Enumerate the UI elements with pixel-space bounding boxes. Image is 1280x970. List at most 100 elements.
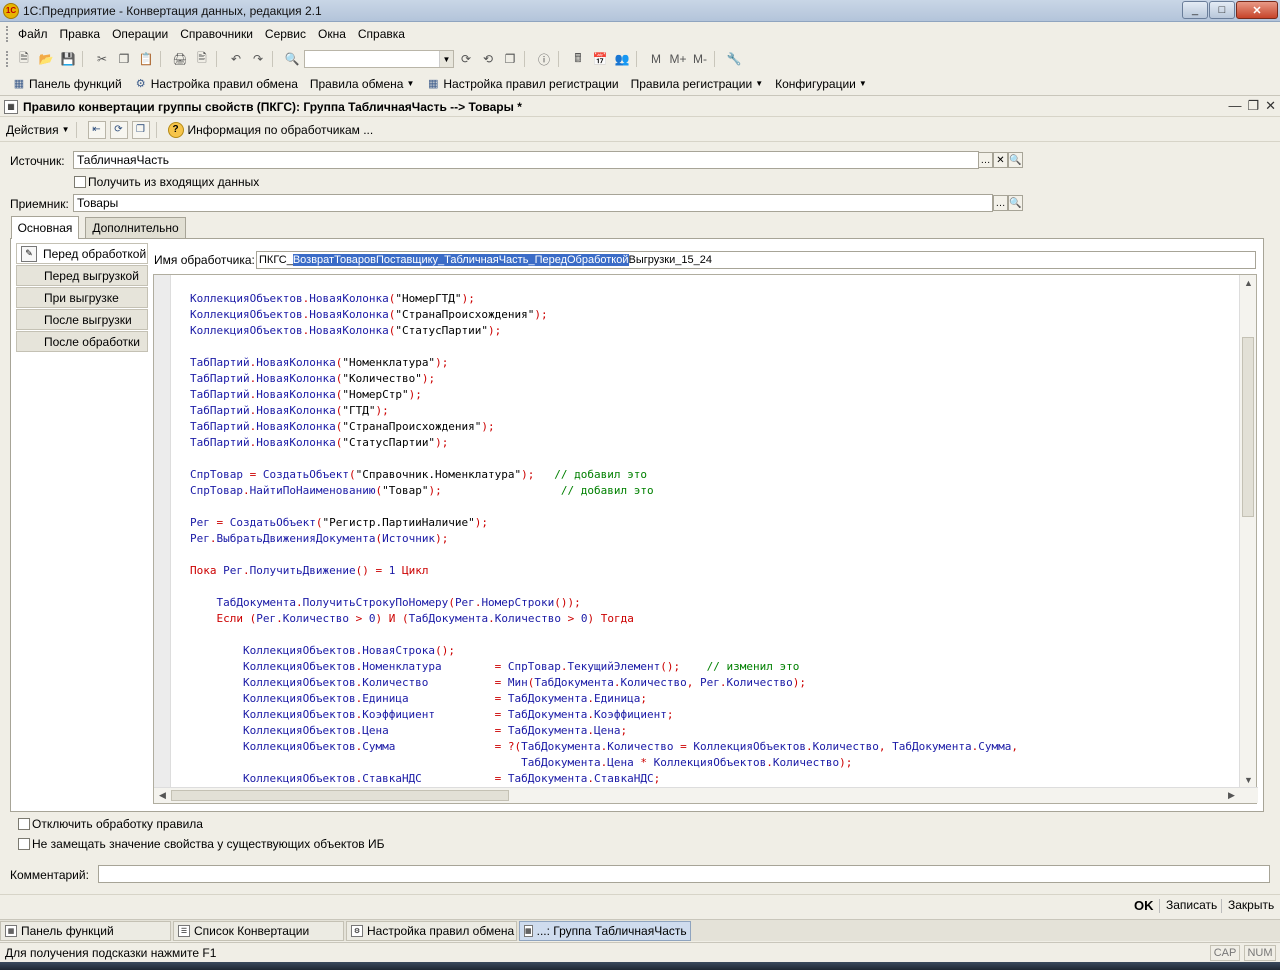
scroll-right-icon[interactable]: ▶ xyxy=(1223,788,1240,803)
comment-field[interactable] xyxy=(98,865,1270,883)
minimize-button[interactable]: _ xyxy=(1182,1,1208,19)
registration-rules-menu[interactable]: Правила регистрации ▼ xyxy=(625,77,770,91)
handler-before-processing[interactable]: ✎ Перед обработкой xyxy=(16,243,148,264)
menu-edit[interactable]: Правка xyxy=(54,27,107,41)
code-line[interactable]: КоллекцияОбъектов.НоваяКолонка("НомерГТД… xyxy=(190,291,1238,307)
copy-form-icon[interactable]: ❐ xyxy=(131,120,150,139)
toolbar-grip[interactable] xyxy=(6,26,10,42)
source-field[interactable]: ТабличнаяЧасть xyxy=(73,151,979,169)
handler-name-field[interactable]: ПКГС_ВозвратТоваровПоставщику_ТабличнаяЧ… xyxy=(256,251,1256,269)
code-line[interactable]: ТабПартий.НоваяКолонка("ГТД"); xyxy=(190,403,1238,419)
handler-before-export[interactable]: Перед выгрузкой xyxy=(16,265,148,286)
scroll-up-icon[interactable]: ▲ xyxy=(1240,275,1257,291)
code-line[interactable]: Если (Рег.Количество > 0) И (ТабДокумент… xyxy=(190,611,1238,627)
code-line[interactable] xyxy=(190,339,1238,355)
menu-windows[interactable]: Окна xyxy=(312,27,352,41)
search-icon[interactable]: 🔍 xyxy=(282,49,302,69)
code-line[interactable]: Рег = СоздатьОбъект("Регистр.ПартииНалич… xyxy=(190,515,1238,531)
code-line[interactable]: КоллекцияОбъектов.НоваяКолонка("СтранаПр… xyxy=(190,307,1238,323)
info-icon[interactable]: ⓘ xyxy=(534,49,554,69)
select-button[interactable]: … xyxy=(993,195,1008,211)
target-field[interactable]: Товары xyxy=(73,194,993,212)
tab-main[interactable]: Основная xyxy=(11,216,79,239)
code-line[interactable]: КоллекцияОбъектов.Количество = Мин(ТабДо… xyxy=(190,675,1238,691)
ok-button[interactable]: OK xyxy=(1134,898,1154,913)
code-line[interactable]: КоллекцияОбъектов.Единица = ТабДокумента… xyxy=(190,691,1238,707)
window-tab-group-rule[interactable]: ▦...: Группа ТабличнаяЧасть ... xyxy=(519,921,691,941)
code-editor[interactable]: КоллекцияОбъектов.НоваяКолонка("НомерГТД… xyxy=(153,274,1258,804)
open-icon[interactable]: 🔍 xyxy=(1008,152,1023,168)
chevron-down-icon[interactable]: ▼ xyxy=(439,51,453,67)
tools-icon[interactable]: 🔧 xyxy=(724,49,744,69)
window-tab-function-panel[interactable]: ▦ Панель функций xyxy=(0,921,171,941)
code-line[interactable] xyxy=(190,499,1238,515)
memory-m-icon[interactable]: M xyxy=(646,49,666,69)
code-line[interactable]: КоллекцияОбъектов.СтавкаНДС = ТабДокумен… xyxy=(190,771,1238,787)
users-icon[interactable]: 👥 xyxy=(612,49,632,69)
menu-file[interactable]: Файл xyxy=(12,27,54,41)
help-icon[interactable]: ? xyxy=(167,121,184,138)
code-line[interactable] xyxy=(190,579,1238,595)
code-text[interactable]: КоллекцияОбъектов.НоваяКолонка("НомерГТД… xyxy=(190,291,1238,788)
windows-icon[interactable]: ❐ xyxy=(500,49,520,69)
copy-icon[interactable]: ❐ xyxy=(114,49,134,69)
search-combo[interactable]: ▼ xyxy=(304,50,454,68)
close-icon[interactable]: ✕ xyxy=(1265,98,1276,114)
close-button[interactable]: ✕ xyxy=(1236,1,1278,19)
paste-icon[interactable]: 📋 xyxy=(136,49,156,69)
code-line[interactable]: Пока Рег.ПолучитьДвижение() = 1 Цикл xyxy=(190,563,1238,579)
handlers-info-button[interactable]: Информация по обработчикам ... xyxy=(188,123,374,137)
scroll-thumb[interactable] xyxy=(171,790,509,801)
cut-icon[interactable]: ✂ xyxy=(92,49,112,69)
code-line[interactable]: Рег.ВыбратьДвиженияДокумента(Источник); xyxy=(190,531,1238,547)
registration-rules-settings-button[interactable]: ▦ Настройка правил регистрации xyxy=(420,77,624,91)
scroll-thumb[interactable] xyxy=(1242,337,1254,517)
vertical-scrollbar[interactable]: ▲ ▼ xyxy=(1239,275,1256,788)
save-close-icon[interactable]: ⇤ xyxy=(87,120,106,139)
open-icon[interactable]: 🔍 xyxy=(1008,195,1023,211)
disable-rule-checkbox[interactable] xyxy=(18,818,30,830)
code-line[interactable]: ТабДокумента.ПолучитьСтрокуПоНомеру(Рег.… xyxy=(190,595,1238,611)
code-line[interactable] xyxy=(190,451,1238,467)
code-line[interactable]: КоллекцияОбъектов.Номенклатура = СпрТова… xyxy=(190,659,1238,675)
redo-icon[interactable]: ↷ xyxy=(248,49,268,69)
code-line[interactable]: ТабПартий.НоваяКолонка("НомерСтр"); xyxy=(190,387,1238,403)
code-line[interactable]: КоллекцияОбъектов.Цена = ТабДокумента.Це… xyxy=(190,723,1238,739)
new-document-icon[interactable]: 🗎 xyxy=(14,49,34,69)
print-icon[interactable]: 🖨 xyxy=(170,49,190,69)
code-line[interactable] xyxy=(190,547,1238,563)
maximize-button[interactable]: □ xyxy=(1209,1,1235,19)
save-icon[interactable]: 💾 xyxy=(58,49,78,69)
find-next-icon[interactable]: ⟳ xyxy=(456,49,476,69)
scroll-left-icon[interactable]: ◀ xyxy=(154,788,171,803)
close-form-button[interactable]: Закрыть xyxy=(1228,898,1274,912)
code-line[interactable]: СпрТовар = СоздатьОбъект("Справочник.Ном… xyxy=(190,467,1238,483)
calculator-icon[interactable]: 🖩 xyxy=(568,49,588,69)
handler-after-export[interactable]: После выгрузки xyxy=(16,309,148,330)
code-line[interactable]: СпрТовар.НайтиПоНаименованию("Товар"); /… xyxy=(190,483,1238,499)
code-line[interactable]: КоллекцияОбъектов.НоваяКолонка("СтатусПа… xyxy=(190,323,1238,339)
exchange-rules-menu[interactable]: Правила обмена ▼ xyxy=(304,77,421,91)
incoming-data-checkbox[interactable] xyxy=(74,176,86,188)
save-button[interactable]: Записать xyxy=(1166,898,1217,912)
refresh-icon[interactable]: ⟳ xyxy=(109,120,128,139)
menu-service[interactable]: Сервис xyxy=(259,27,312,41)
window-tab-conversion-list[interactable]: ☰ Список Конвертации xyxy=(173,921,344,941)
memory-minus-icon[interactable]: M- xyxy=(690,49,710,69)
menu-operations[interactable]: Операции xyxy=(106,27,174,41)
code-line[interactable]: ТабПартий.НоваяКолонка("СтранаПроисхожде… xyxy=(190,419,1238,435)
actions-menu[interactable]: Действия ▼ xyxy=(6,123,70,137)
handler-after-processing[interactable]: После обработки xyxy=(16,331,148,352)
no-replace-checkbox[interactable] xyxy=(18,838,30,850)
code-line[interactable] xyxy=(190,627,1238,643)
minimize-icon[interactable]: — xyxy=(1228,98,1241,114)
code-line[interactable]: КоллекцияОбъектов.НоваяСтрока(); xyxy=(190,643,1238,659)
code-line[interactable]: ТабПартий.НоваяКолонка("Количество"); xyxy=(190,371,1238,387)
print-preview-icon[interactable]: 🖹 xyxy=(192,49,212,69)
toolbar-grip[interactable] xyxy=(6,51,10,67)
code-line[interactable]: ТабПартий.НоваяКолонка("СтатусПартии"); xyxy=(190,435,1238,451)
code-line[interactable]: КоллекцияОбъектов.Коэффициент = ТабДокум… xyxy=(190,707,1238,723)
scroll-down-icon[interactable]: ▼ xyxy=(1240,772,1257,788)
code-line[interactable]: ТабДокумента.Цена * КоллекцияОбъектов.Ко… xyxy=(190,755,1238,771)
calendar-icon[interactable]: 📅 xyxy=(590,49,610,69)
